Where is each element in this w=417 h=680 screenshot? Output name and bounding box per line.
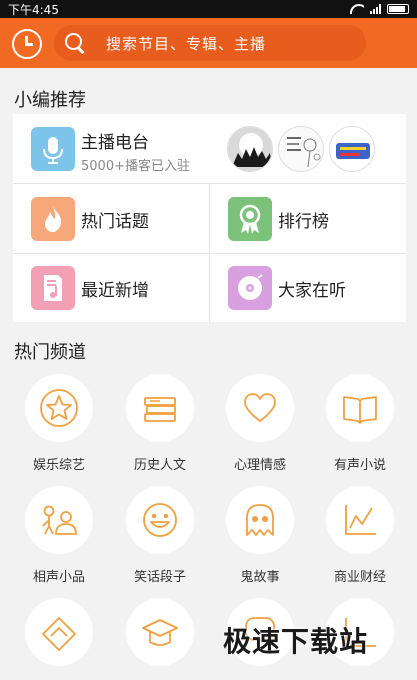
- channel-comedy[interactable]: 相声小品: [9, 486, 109, 585]
- editor-picks-card: 主播电台 5000+播客已入驻 热门话题 排行榜 最近新增 大家在听: [13, 114, 406, 322]
- everyone-listening-label: 大家在听: [278, 281, 346, 301]
- channel-jokes[interactable]: 笑话段子: [110, 486, 210, 585]
- medal-icon: [228, 197, 272, 241]
- avatar[interactable]: [329, 126, 375, 172]
- hot-topics-label: 热门话题: [81, 212, 149, 232]
- channel-psychology[interactable]: 心理情感: [210, 374, 310, 473]
- channel-label: 鬼故事: [240, 570, 280, 585]
- search-box[interactable]: 搜索节目、专辑、主播: [54, 25, 366, 61]
- everyone-listening-item[interactable]: 大家在听: [210, 254, 406, 322]
- open-book-icon: [343, 396, 377, 424]
- books-icon: [144, 397, 176, 422]
- ranking-item[interactable]: 排行榜: [210, 185, 406, 253]
- disc-icon: [228, 266, 272, 310]
- watermark: 极速下载站: [223, 625, 369, 658]
- ghost-icon: [246, 504, 274, 536]
- avatar[interactable]: [278, 126, 324, 172]
- ranking-label: 排行榜: [278, 212, 329, 232]
- channel-history[interactable]: 历史人文: [110, 374, 210, 473]
- status-bar: 下午4:45: [0, 0, 417, 18]
- comedy-icon: [42, 505, 77, 535]
- channel-label: 笑话段子: [133, 570, 186, 585]
- house-icon: [42, 617, 76, 651]
- channel-partial[interactable]: [110, 598, 210, 666]
- channel-entertainment[interactable]: 娱乐综艺: [9, 374, 109, 473]
- channel-label: 有声小说: [333, 458, 386, 473]
- host-radio-row[interactable]: 主播电台 5000+播客已入驻: [13, 114, 406, 184]
- graduation-cap-icon: [142, 619, 178, 646]
- star-icon: [40, 389, 78, 427]
- battery-icon: [387, 4, 409, 14]
- channel-label: 心理情感: [233, 458, 286, 473]
- chart-icon: [345, 505, 376, 535]
- channel-label: 历史人文: [133, 458, 186, 473]
- top-bar: 搜索节目、专辑、主播: [0, 18, 417, 68]
- heart-icon: [244, 393, 276, 422]
- channel-partial[interactable]: [9, 598, 109, 666]
- channel-business[interactable]: 商业财经: [310, 486, 410, 585]
- channel-label: 娱乐综艺: [32, 458, 85, 473]
- section-title-hot-channels: 热门频道: [14, 342, 86, 363]
- avatar[interactable]: [227, 126, 273, 172]
- search-icon: [64, 32, 86, 54]
- status-time: 下午4:45: [8, 2, 59, 17]
- clock-icon[interactable]: [12, 29, 42, 59]
- recently-added-label: 最近新增: [81, 281, 149, 301]
- channel-audio-novels[interactable]: 有声小说: [310, 374, 410, 473]
- channel-label: 商业财经: [333, 570, 386, 585]
- signal-icon: [370, 4, 381, 14]
- section-title-editor-picks: 小编推荐: [14, 90, 86, 111]
- flame-icon: [31, 197, 75, 241]
- wifi-icon: [350, 4, 364, 14]
- music-doc-icon: [31, 266, 75, 310]
- recently-added-item[interactable]: 最近新增: [13, 254, 209, 322]
- microphone-icon: [31, 127, 75, 171]
- smiley-icon: [143, 503, 177, 537]
- search-input[interactable]: 搜索节目、专辑、主播: [106, 33, 266, 54]
- hot-topics-item[interactable]: 热门话题: [13, 185, 209, 253]
- host-radio-title: 主播电台: [81, 133, 149, 153]
- channel-ghost-stories[interactable]: 鬼故事: [210, 486, 310, 585]
- host-radio-subtitle: 5000+播客已入驻: [81, 159, 190, 174]
- channel-label: 相声小品: [32, 570, 85, 585]
